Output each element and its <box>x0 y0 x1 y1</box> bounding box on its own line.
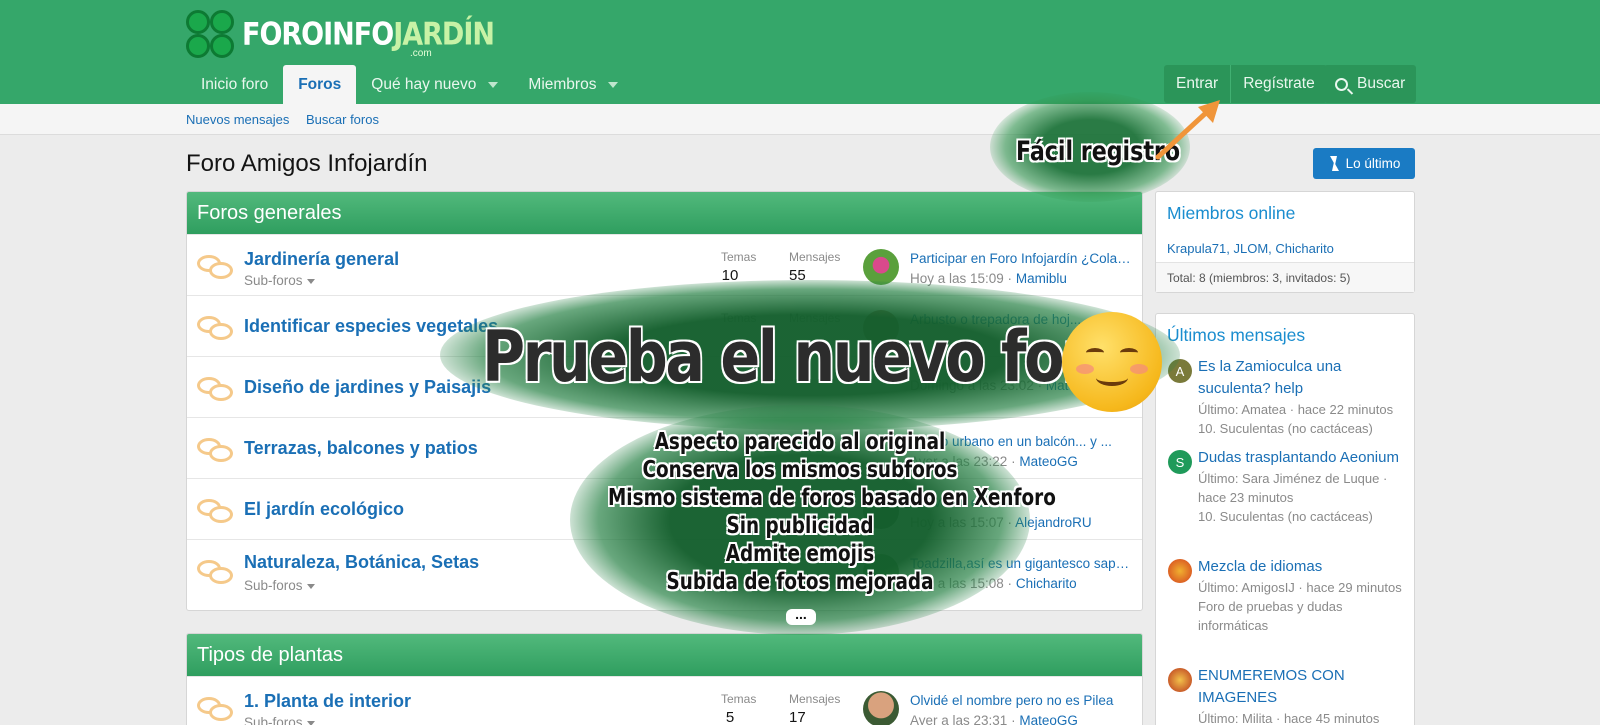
more-indicator: ... <box>786 607 816 625</box>
last-post-meta: Hoy a las 15:09 · Mamiblu <box>910 271 1067 286</box>
forum-title[interactable]: Naturaleza, Botánica, Setas <box>244 552 479 573</box>
site-header: FOROINFOJARDÍN .com Inicio foro Foros Qu… <box>0 0 1600 104</box>
promo-feature: Sin publicidad <box>726 513 874 539</box>
page-title: Foro Amigos Infojardín <box>186 150 428 177</box>
post-forum[interactable]: 10. Suculentas (no cactáceas) <box>1198 419 1408 438</box>
bolt-icon <box>1328 156 1340 171</box>
forum-icon <box>197 436 235 466</box>
post-meta: Último: Sara Jiménez de Luque · hace 23 … <box>1198 471 1388 505</box>
avatar[interactable]: S <box>1168 450 1192 474</box>
avatar[interactable] <box>863 249 899 285</box>
search-label: Buscar <box>1357 75 1406 92</box>
search-button[interactable]: Buscar <box>1324 65 1417 103</box>
promo-headline[interactable]: Prueba el nuevo foro <box>482 316 1129 398</box>
forum-icon <box>197 314 235 344</box>
post-title[interactable]: Mezcla de idiomas <box>1198 556 1408 578</box>
tab-foros[interactable]: Foros <box>283 65 357 104</box>
latest-posts-widget: Últimos mensajes A Es la Zamioculca una … <box>1155 313 1415 725</box>
thread-count: Temas 10 <box>721 250 757 284</box>
site-logo[interactable]: FOROINFOJARDÍN <box>184 8 495 60</box>
last-post-user[interactable]: Chicharito <box>1016 576 1077 591</box>
promo-feature: Conserva los mismos subforos <box>642 457 958 483</box>
last-post: Participar en Foro Infojardín ¿Colab... … <box>910 251 1135 286</box>
forum-title[interactable]: Diseño de jardines y Paisajis <box>244 377 491 398</box>
tab-inicio-foro[interactable]: Inicio foro <box>186 65 283 104</box>
forum-category: Tipos de plantas 1. Planta de interior S… <box>186 633 1143 725</box>
sub-nav: Nuevos mensajes Buscar foros <box>0 104 1600 135</box>
forum-icon <box>197 558 235 588</box>
chevron-down-icon[interactable] <box>608 81 619 88</box>
online-names[interactable]: Krapula71, JLOM, Chicharito <box>1156 224 1414 256</box>
promo-feature: Mismo sistema de foros basado en Xenforo <box>608 485 1056 511</box>
post-forum[interactable]: 10. Suculentas (no cactáceas) <box>1198 507 1408 526</box>
chevron-down-icon[interactable] <box>488 81 499 88</box>
online-total: Total: 8 (miembros: 3, invitados: 5) <box>1156 262 1414 292</box>
chevron-down-icon <box>306 720 315 725</box>
widget-title[interactable]: Últimos mensajes <box>1156 314 1414 346</box>
last-post-user[interactable]: MateoGG <box>1019 713 1078 725</box>
forum-title[interactable]: Terrazas, balcones y patios <box>244 438 478 459</box>
forum-icon <box>197 375 235 405</box>
search-forums-link[interactable]: Buscar foros <box>306 112 379 127</box>
forum-icon <box>197 253 235 283</box>
post-meta: Último: AmigosIJ · hace 29 minutos <box>1198 580 1402 595</box>
post-meta: Último: Amatea · hace 22 minutos <box>1198 402 1394 417</box>
post-title[interactable]: Es la Zamioculca una suculenta? help <box>1198 356 1408 400</box>
category-title[interactable]: Tipos de plantas <box>187 634 1142 676</box>
forum-row: 1. Planta de interior Sub-foros Temas 5 M… <box>187 676 1142 725</box>
category-title[interactable]: Foros generales <box>187 192 1142 234</box>
post-title[interactable]: Dudas trasplantando Aeonium <box>1198 447 1408 469</box>
tab-miembros[interactable]: Miembros <box>513 65 633 104</box>
promo-feature: Subida de fotos mejorada <box>666 569 934 595</box>
avatar[interactable]: A <box>1168 359 1192 383</box>
tab-que-hay-nuevo[interactable]: Qué hay nuevo <box>356 65 513 104</box>
search-icon <box>1335 77 1348 91</box>
promo-feature: Aspecto parecido al original <box>654 429 946 455</box>
logo-sub: .com <box>410 48 432 59</box>
new-posts-link[interactable]: Nuevos mensajes <box>186 112 289 127</box>
forum-icon <box>197 497 235 527</box>
message-count: Mensajes 55 <box>789 250 841 284</box>
arrow-icon <box>1155 100 1220 160</box>
latest-button-label: Lo último <box>1345 156 1401 171</box>
post-forum[interactable]: Foro de pruebas y dudas informáticas <box>1198 597 1408 635</box>
clover-icon <box>184 8 236 60</box>
last-post-user[interactable]: MateoGG <box>1019 454 1078 469</box>
avatar[interactable] <box>1168 668 1192 692</box>
last-post: Olvidé el nombre pero no es Pilea Ayer a … <box>910 693 1135 725</box>
avatar[interactable] <box>1168 559 1192 583</box>
subforums-toggle[interactable]: Sub-foros <box>244 578 315 593</box>
forum-title[interactable]: Jardinería general <box>244 249 399 270</box>
last-post-title[interactable]: Olvidé el nombre pero no es Pilea <box>910 693 1135 708</box>
chevron-down-icon <box>306 278 315 284</box>
forum-title[interactable]: El jardín ecológico <box>244 499 404 520</box>
forum-row: Jardinería general Sub-foros Temas 10 Men… <box>187 234 1142 295</box>
last-post-user[interactable]: AlejandroRU <box>1015 515 1092 530</box>
latest-button[interactable]: Lo último <box>1313 148 1415 179</box>
avatar[interactable] <box>863 691 899 725</box>
promo-feature: Admite emojis <box>725 541 875 567</box>
last-post-meta: Ayer a las 23:31 · MateoGG <box>910 713 1135 725</box>
post-title[interactable]: ENUMEREMOS CON IMAGENES <box>1198 665 1408 709</box>
forum-title[interactable]: Identificar especies vegetales <box>244 316 498 337</box>
post-meta: Último: Milita · hace 45 minutos <box>1198 711 1380 725</box>
main-nav: Inicio foro Foros Qué hay nuevo Miembros <box>186 65 633 104</box>
last-post-user[interactable]: Mamiblu <box>1016 271 1067 286</box>
subforums-toggle[interactable]: Sub-foros <box>244 273 315 288</box>
chevron-down-icon <box>306 583 315 589</box>
smiley-icon <box>1062 312 1162 412</box>
logo-text: FOROINFOJARDÍN <box>242 16 495 52</box>
thread-count: Temas 5 <box>721 692 757 725</box>
message-count: Mensajes 17 <box>789 692 841 725</box>
forum-icon <box>197 695 235 725</box>
register-button[interactable]: Regístrate <box>1230 65 1327 103</box>
widget-title[interactable]: Miembros online <box>1156 192 1414 224</box>
forum-title[interactable]: 1. Planta de interior <box>244 691 411 712</box>
last-post-title[interactable]: Participar en Foro Infojardín ¿Colab... <box>910 251 1135 266</box>
subforums-toggle[interactable]: Sub-foros <box>244 715 315 725</box>
members-online-widget: Miembros online Krapula71, JLOM, Chichar… <box>1155 191 1415 293</box>
